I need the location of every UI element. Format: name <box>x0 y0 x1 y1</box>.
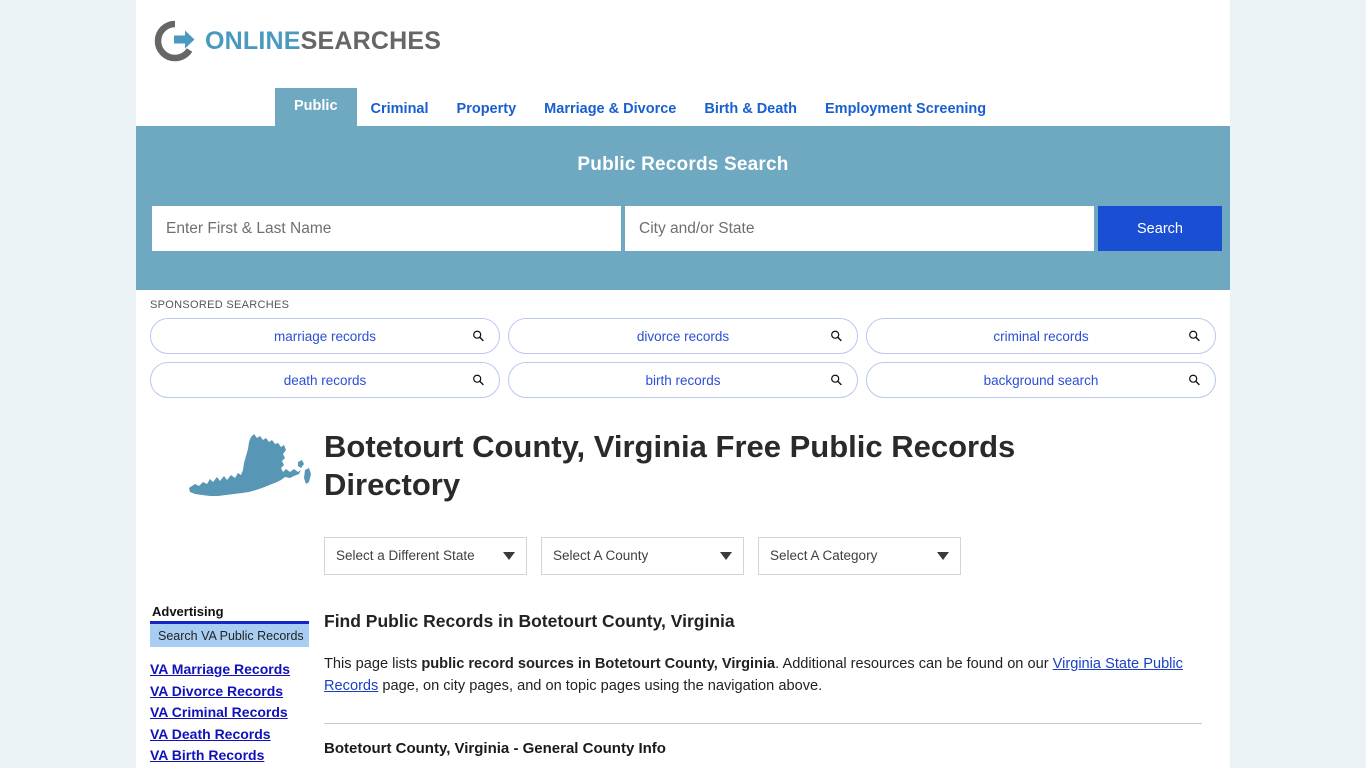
sponsored-pill-divorce-records[interactable]: divorce records <box>508 318 858 354</box>
sponsored-pill-birth-records[interactable]: birth records <box>508 362 858 398</box>
chevron-down-icon <box>503 551 515 560</box>
sponsored-pill-grid: marriage records divorce records crimina… <box>150 318 1216 398</box>
site-logo[interactable]: ONLINESEARCHES <box>136 0 1230 82</box>
search-icon <box>1189 374 1200 386</box>
content-area: Advertising Search VA Public Records VA … <box>136 398 1230 768</box>
site-container: ONLINESEARCHES Public Criminal Property … <box>136 0 1230 768</box>
nav-item-marriage-divorce[interactable]: Marriage & Divorce <box>530 93 690 127</box>
sidebar-link-va-marriage-records[interactable]: VA Marriage Records <box>150 661 324 677</box>
logo-text-online: ONLINE <box>205 26 301 55</box>
public-records-search-panel: Public Records Search Search <box>136 126 1230 290</box>
search-icon <box>831 374 842 386</box>
chevron-down-icon <box>720 551 732 560</box>
county-select-value: Select A County <box>553 548 649 564</box>
sidebar-link-va-birth-records[interactable]: VA Birth Records <box>150 747 324 763</box>
sponsored-pill-label: marriage records <box>273 328 377 344</box>
general-county-info-heading: Botetourt County, Virginia - General Cou… <box>324 739 666 757</box>
section-heading: Find Public Records in Botetourt County,… <box>324 610 735 631</box>
search-panel-title: Public Records Search <box>577 154 789 175</box>
nav-item-property[interactable]: Property <box>443 93 531 127</box>
category-select[interactable]: Select A Category <box>758 536 961 575</box>
sidebar-link-va-criminal-records[interactable]: VA Criminal Records <box>150 704 324 720</box>
main-column: Botetourt County, Virginia Free Public R… <box>324 420 1230 768</box>
category-select-value: Select A Category <box>770 548 878 564</box>
sponsored-searches-section: SPONSORED SEARCHES marriage records divo… <box>136 290 1230 398</box>
sponsored-pill-label: death records <box>283 372 367 388</box>
paragraph-mid: . Additional resources can be found on o… <box>775 655 1053 672</box>
sponsored-searches-label: SPONSORED SEARCHES <box>150 299 290 311</box>
primary-nav: Public Criminal Property Marriage & Divo… <box>136 82 1230 126</box>
online-searches-logo-icon <box>154 20 195 62</box>
search-va-public-records-ad[interactable]: Search VA Public Records <box>150 624 309 647</box>
name-search-input[interactable] <box>152 206 621 251</box>
sidebar-link-va-divorce-records[interactable]: VA Divorce Records <box>150 683 324 699</box>
chevron-down-icon <box>937 551 949 560</box>
sponsored-pill-criminal-records[interactable]: criminal records <box>866 318 1216 354</box>
search-icon <box>1189 330 1200 342</box>
nav-item-criminal[interactable]: Criminal <box>357 93 443 127</box>
section-divider <box>324 722 1202 724</box>
sponsored-pill-death-records[interactable]: death records <box>150 362 500 398</box>
advertising-label: Advertising <box>152 604 224 619</box>
search-icon <box>473 330 484 342</box>
sponsored-pill-marriage-records[interactable]: marriage records <box>150 318 500 354</box>
logo-wordmark: ONLINESEARCHES <box>205 27 441 56</box>
search-form: Search <box>136 206 1230 251</box>
filter-dropdowns: Select a Different State Select A County… <box>324 536 1216 575</box>
sponsored-pill-label: birth records <box>645 372 721 388</box>
county-select[interactable]: Select A County <box>541 536 744 575</box>
state-select-value: Select a Different State <box>336 548 475 564</box>
state-select[interactable]: Select a Different State <box>324 536 527 575</box>
sponsored-pill-label: criminal records <box>993 328 1089 344</box>
search-icon <box>473 374 484 386</box>
search-button[interactable]: Search <box>1098 206 1222 251</box>
sidebar-link-va-death-records[interactable]: VA Death Records <box>150 726 324 742</box>
page-root: ONLINESEARCHES Public Criminal Property … <box>0 0 1366 768</box>
intro-paragraph: This page lists public record sources in… <box>324 653 1202 698</box>
sponsored-pill-background-search[interactable]: background search <box>866 362 1216 398</box>
search-icon <box>831 330 842 342</box>
paragraph-bold: public record sources in Botetourt Count… <box>421 655 776 672</box>
nav-item-public[interactable]: Public <box>275 87 357 126</box>
paragraph-lead: This page lists <box>324 655 422 672</box>
sponsored-pill-label: divorce records <box>636 328 730 344</box>
logo-text-searches: SEARCHES <box>300 26 442 55</box>
left-sidebar: Advertising Search VA Public Records VA … <box>136 420 324 768</box>
virginia-state-map-icon <box>189 434 311 496</box>
paragraph-tail: page, on city pages, and on topic pages … <box>378 678 823 695</box>
nav-item-employment-screening[interactable]: Employment Screening <box>811 93 1000 127</box>
nav-item-birth-death[interactable]: Birth & Death <box>690 93 811 127</box>
page-title: Botetourt County, Virginia Free Public R… <box>324 429 1016 502</box>
location-search-input[interactable] <box>625 206 1094 251</box>
sidebar-ad-links: VA Marriage Records VA Divorce Records V… <box>150 661 324 763</box>
sponsored-pill-label: background search <box>983 372 1099 388</box>
